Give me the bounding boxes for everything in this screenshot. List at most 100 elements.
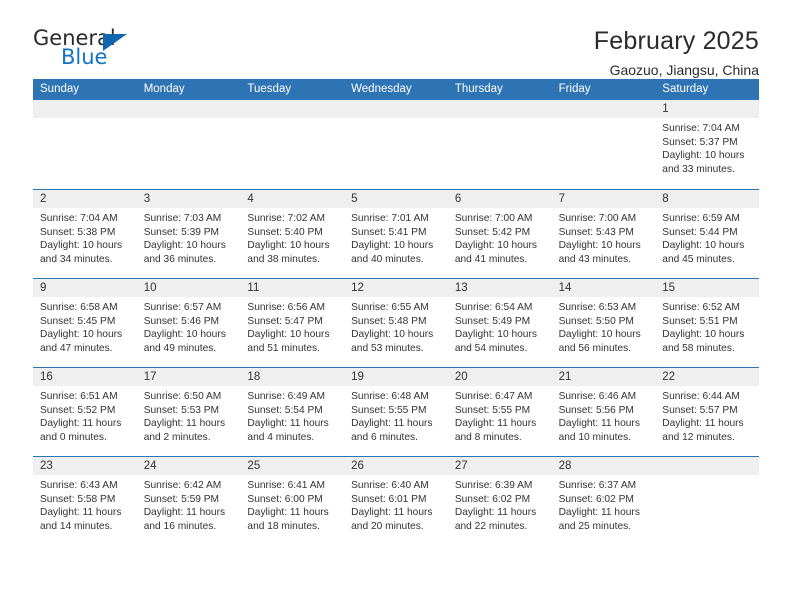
day-number: 22 [655,368,759,386]
sunrise-text: Sunrise: 6:56 AM [247,302,326,313]
sunset-text: Sunset: 6:02 PM [454,493,531,505]
day-number [655,457,759,475]
day-number [240,100,345,118]
day-number: 9 [33,279,137,297]
day-number: 6 [447,190,552,208]
calendar-day-cell[interactable]: 20 Sunrise: 6:47 AM Sunset: 5:55 PM Dayligh… [447,368,552,456]
sunrise-text: Sunrise: 6:37 AM [558,480,637,491]
sunset-text: Sunset: 5:56 PM [558,404,634,416]
calendar-day-cell[interactable]: 25 Sunrise: 6:41 AM Sunset: 6:00 PM Dayligh… [240,457,345,545]
sunset-text: Sunset: 5:42 PM [454,226,531,238]
day-number: 11 [240,279,345,297]
calendar-day-cell[interactable]: 22 Sunrise: 6:44 AM Sunset: 5:57 PM Dayligh… [655,368,759,456]
calendar-day-cell[interactable]: 5 Sunrise: 7:01 AM Sunset: 5:41 PM Daylight… [344,190,448,278]
calendar-day-cell[interactable]: 28 Sunrise: 6:37 AM Sunset: 6:02 PM Dayligh… [551,457,656,545]
calendar-day-cell-empty [447,100,552,189]
sunset-text: Sunset: 5:51 PM [662,315,738,327]
day-number: 15 [655,279,759,297]
weekday-header-tuesday: Tuesday [247,83,292,95]
day-details: Sunrise: 6:50 AM Sunset: 5:53 PM Daylight:… [137,386,241,444]
calendar-day-cell[interactable]: 14 Sunrise: 6:53 AM Sunset: 5:50 PM Dayligh… [551,279,656,367]
general-blue-logo[interactable]: General Blue [33,28,153,78]
daylight-text: Daylight: 11 hours and 10 minutes. [558,418,640,443]
daylight-text: Daylight: 11 hours and 25 minutes. [558,507,640,532]
calendar-day-cell[interactable]: 23 Sunrise: 6:43 AM Sunset: 5:58 PM Dayligh… [33,457,137,545]
day-details: Sunrise: 6:47 AM Sunset: 5:55 PM Daylight:… [448,386,552,444]
calendar-day-cell[interactable]: 15 Sunrise: 6:52 AM Sunset: 5:51 PM Dayligh… [655,279,759,367]
calendar-day-cell[interactable]: 19 Sunrise: 6:48 AM Sunset: 5:55 PM Dayligh… [344,368,448,456]
sunset-text: Sunset: 5:52 PM [40,404,116,416]
day-number: 20 [447,368,552,386]
day-number: 10 [136,279,241,297]
calendar-day-cell[interactable]: 26 Sunrise: 6:40 AM Sunset: 6:01 PM Dayligh… [344,457,448,545]
day-details: Sunrise: 6:59 AM Sunset: 5:44 PM Daylight:… [655,208,759,266]
triangle-icon [103,34,127,51]
daylight-text: Daylight: 11 hours and 0 minutes. [40,418,122,443]
day-number [136,100,241,118]
day-details: Sunrise: 6:37 AM Sunset: 6:02 PM Daylight:… [552,475,656,533]
calendar-day-cell[interactable]: 12 Sunrise: 6:55 AM Sunset: 5:48 PM Dayligh… [344,279,448,367]
daylight-text: Daylight: 10 hours and 47 minutes. [40,329,123,354]
calendar-day-cell[interactable]: 18 Sunrise: 6:49 AM Sunset: 5:54 PM Dayligh… [240,368,345,456]
sunset-text: Sunset: 5:58 PM [40,493,116,505]
day-details: Sunrise: 6:53 AM Sunset: 5:50 PM Daylight:… [552,297,656,355]
calendar-week-row: 2 Sunrise: 7:04 AM Sunset: 5:38 PM Daylight… [33,189,759,278]
calendar-day-cell[interactable]: 27 Sunrise: 6:39 AM Sunset: 6:02 PM Dayligh… [447,457,552,545]
sunset-text: Sunset: 6:00 PM [247,493,323,505]
sunrise-text: Sunrise: 6:47 AM [454,391,533,402]
calendar-day-cell[interactable]: 11 Sunrise: 6:56 AM Sunset: 5:47 PM Dayligh… [240,279,345,367]
sunrise-text: Sunrise: 6:50 AM [143,391,222,402]
calendar-day-cell[interactable]: 6 Sunrise: 7:00 AM Sunset: 5:42 PM Daylight… [447,190,552,278]
sunrise-text: Sunrise: 6:43 AM [40,480,118,491]
weekday-header-wednesday: Wednesday [351,83,412,95]
calendar-day-cell[interactable]: 8 Sunrise: 6:59 AM Sunset: 5:44 PM Daylight… [655,190,759,278]
calendar-day-cell[interactable]: 17 Sunrise: 6:50 AM Sunset: 5:53 PM Dayligh… [136,368,241,456]
sunset-text: Sunset: 5:49 PM [454,315,531,327]
daylight-text: Daylight: 11 hours and 20 minutes. [351,507,433,532]
day-details: Sunrise: 6:40 AM Sunset: 6:01 PM Daylight:… [344,475,448,533]
calendar-day-cell[interactable]: 7 Sunrise: 7:00 AM Sunset: 5:43 PM Daylight… [551,190,656,278]
sunset-text: Sunset: 5:47 PM [247,315,323,327]
sunset-text: Sunset: 6:01 PM [351,493,427,505]
calendar-day-cell-empty [240,100,345,189]
calendar-week-row: 16 Sunrise: 6:51 AM Sunset: 5:52 PM Dayligh… [33,367,759,456]
title-block: February 2025 Gaozuo, Jiangsu, China [594,27,759,78]
calendar-page: General Blue February 2025 Gaozuo, Jiang… [0,0,792,612]
daylight-text: Daylight: 10 hours and 58 minutes. [662,329,745,354]
calendar-day-cell[interactable]: 16 Sunrise: 6:51 AM Sunset: 5:52 PM Dayligh… [33,368,137,456]
sunset-text: Sunset: 6:02 PM [558,493,634,505]
calendar-day-cell-empty [136,100,241,189]
sunrise-text: Sunrise: 7:01 AM [351,213,429,224]
sunset-text: Sunset: 5:40 PM [247,226,323,238]
calendar-day-cell[interactable]: 3 Sunrise: 7:03 AM Sunset: 5:39 PM Daylight… [136,190,241,278]
day-details: Sunrise: 6:56 AM Sunset: 5:47 PM Daylight:… [240,297,344,355]
day-number: 3 [136,190,241,208]
calendar-day-cell[interactable]: 21 Sunrise: 6:46 AM Sunset: 5:56 PM Dayligh… [551,368,656,456]
calendar-day-cell[interactable]: 13 Sunrise: 6:54 AM Sunset: 5:49 PM Dayligh… [447,279,552,367]
day-number: 25 [240,457,345,475]
sunset-text: Sunset: 5:37 PM [662,136,738,148]
weekday-header-row: Sunday Monday Tuesday Wednesday Thursday Frid… [33,79,759,100]
sunrise-text: Sunrise: 6:39 AM [454,480,533,491]
calendar-day-cell[interactable]: 9 Sunrise: 6:58 AM Sunset: 5:45 PM Daylight… [33,279,137,367]
sunset-text: Sunset: 5:59 PM [143,493,220,505]
calendar-day-cell[interactable]: 24 Sunrise: 6:42 AM Sunset: 5:59 PM Dayligh… [136,457,241,545]
sunrise-text: Sunrise: 6:54 AM [454,302,533,313]
daylight-text: Daylight: 11 hours and 6 minutes. [351,418,433,443]
day-details: Sunrise: 6:48 AM Sunset: 5:55 PM Daylight:… [344,386,448,444]
weekday-header-friday: Friday [558,83,591,95]
daylight-text: Daylight: 10 hours and 40 minutes. [351,240,434,265]
calendar-day-cell-empty [33,100,137,189]
day-number: 18 [240,368,345,386]
calendar-day-cell[interactable]: 10 Sunrise: 6:57 AM Sunset: 5:46 PM Dayligh… [136,279,241,367]
calendar-day-cell[interactable]: 2 Sunrise: 7:04 AM Sunset: 5:38 PM Daylight… [33,190,137,278]
daylight-text: Daylight: 10 hours and 34 minutes. [40,240,123,265]
daylight-text: Daylight: 10 hours and 56 minutes. [558,329,641,354]
calendar-day-cell[interactable]: 4 Sunrise: 7:02 AM Sunset: 5:40 PM Daylight… [240,190,345,278]
sunset-text: Sunset: 5:44 PM [662,226,738,238]
day-details: Sunrise: 7:04 AM Sunset: 5:38 PM Daylight:… [33,208,137,266]
calendar-grid: Sunday Monday Tuesday Wednesday Thursday Frid… [33,79,759,545]
day-number: 23 [33,457,137,475]
day-details: Sunrise: 6:43 AM Sunset: 5:58 PM Daylight:… [33,475,137,533]
calendar-day-cell[interactable]: 1 Sunrise: 7:04 AM Sunset: 5:37 PM Daylight… [655,100,759,189]
